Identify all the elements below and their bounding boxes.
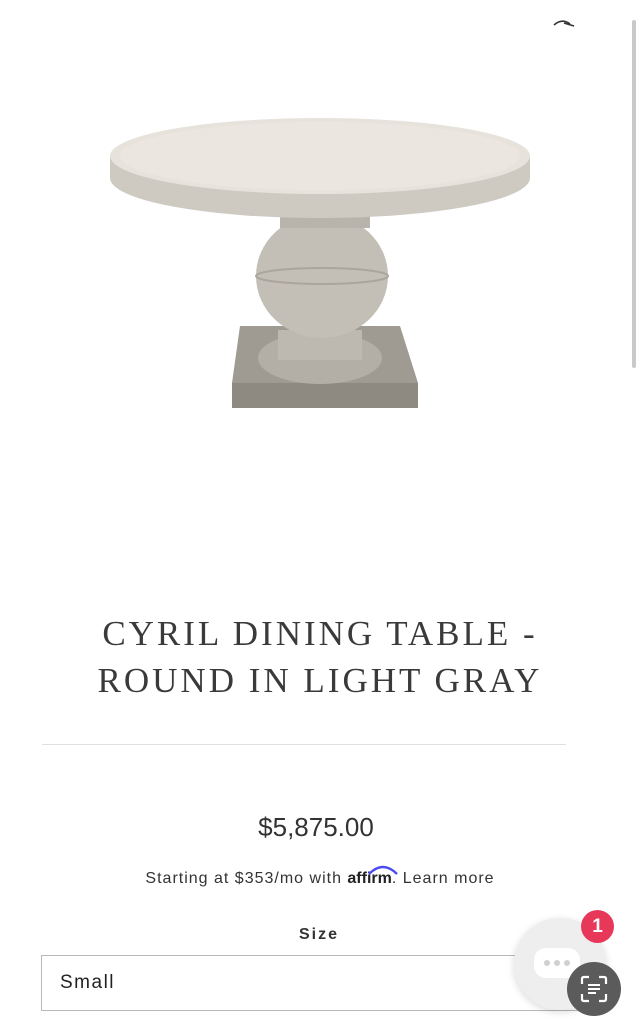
learn-more-link[interactable]: Learn more [403,870,495,887]
size-selected-value: Small [60,972,116,993]
product-title-line1: CYRIL DINING TABLE - [102,614,538,653]
affirm-arc-icon [368,865,399,875]
product-price: $5,875.00 [258,812,374,842]
scan-text-icon [580,975,608,1003]
product-title: CYRIL DINING TABLE - ROUND IN LIGHT GRAY [40,610,600,704]
product-title-line2: ROUND IN LIGHT GRAY [97,661,543,700]
chevron-up-icon[interactable] [550,14,578,30]
divider [42,744,566,745]
product-image [110,118,530,408]
scrollbar[interactable] [632,20,636,368]
affirm-logo: affirm [347,865,399,887]
financing-prefix: Starting at $353/mo with [145,870,348,887]
chat-notification-badge: 1 [581,910,614,943]
financing-info: Starting at $353/mo with affirm. Learn m… [0,865,640,888]
scan-button[interactable] [567,962,621,1016]
size-select[interactable]: Small [41,955,581,1011]
